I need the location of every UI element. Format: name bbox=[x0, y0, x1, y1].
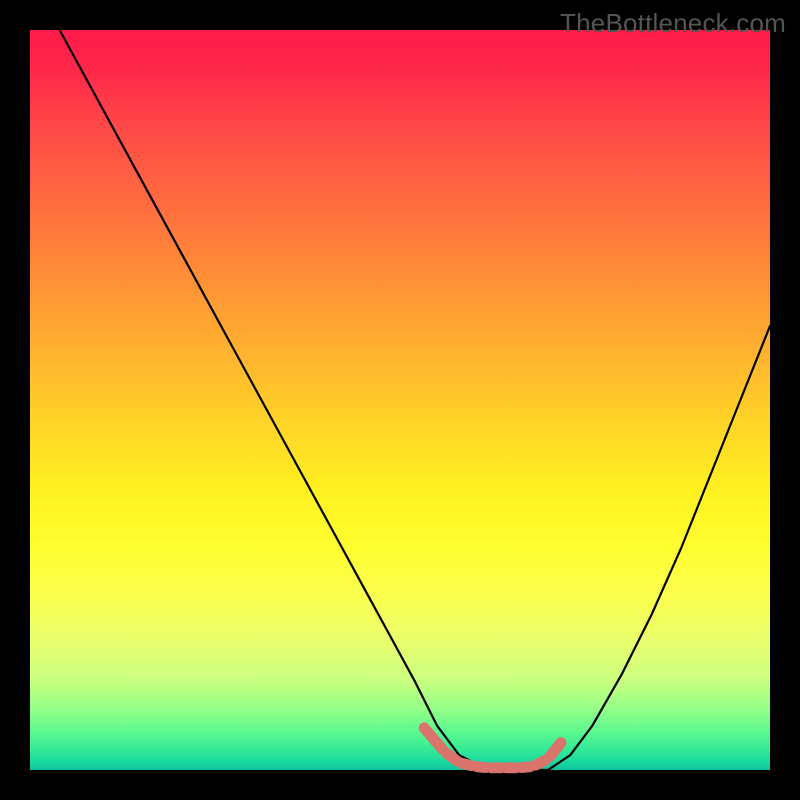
highlight-dash bbox=[477, 767, 486, 768]
highlight-dash bbox=[521, 767, 530, 768]
highlight-dash bbox=[550, 743, 561, 757]
highlight-dash bbox=[424, 728, 442, 749]
highlight-dash bbox=[536, 760, 545, 765]
highlight-dash bbox=[447, 753, 457, 761]
highlight-segments bbox=[424, 728, 561, 768]
highlight-dash bbox=[462, 763, 471, 765]
chart-area bbox=[30, 30, 770, 770]
chart-svg bbox=[30, 30, 770, 770]
bottleneck-curve bbox=[60, 30, 770, 770]
watermark-text: TheBottleneck.com bbox=[560, 8, 786, 39]
